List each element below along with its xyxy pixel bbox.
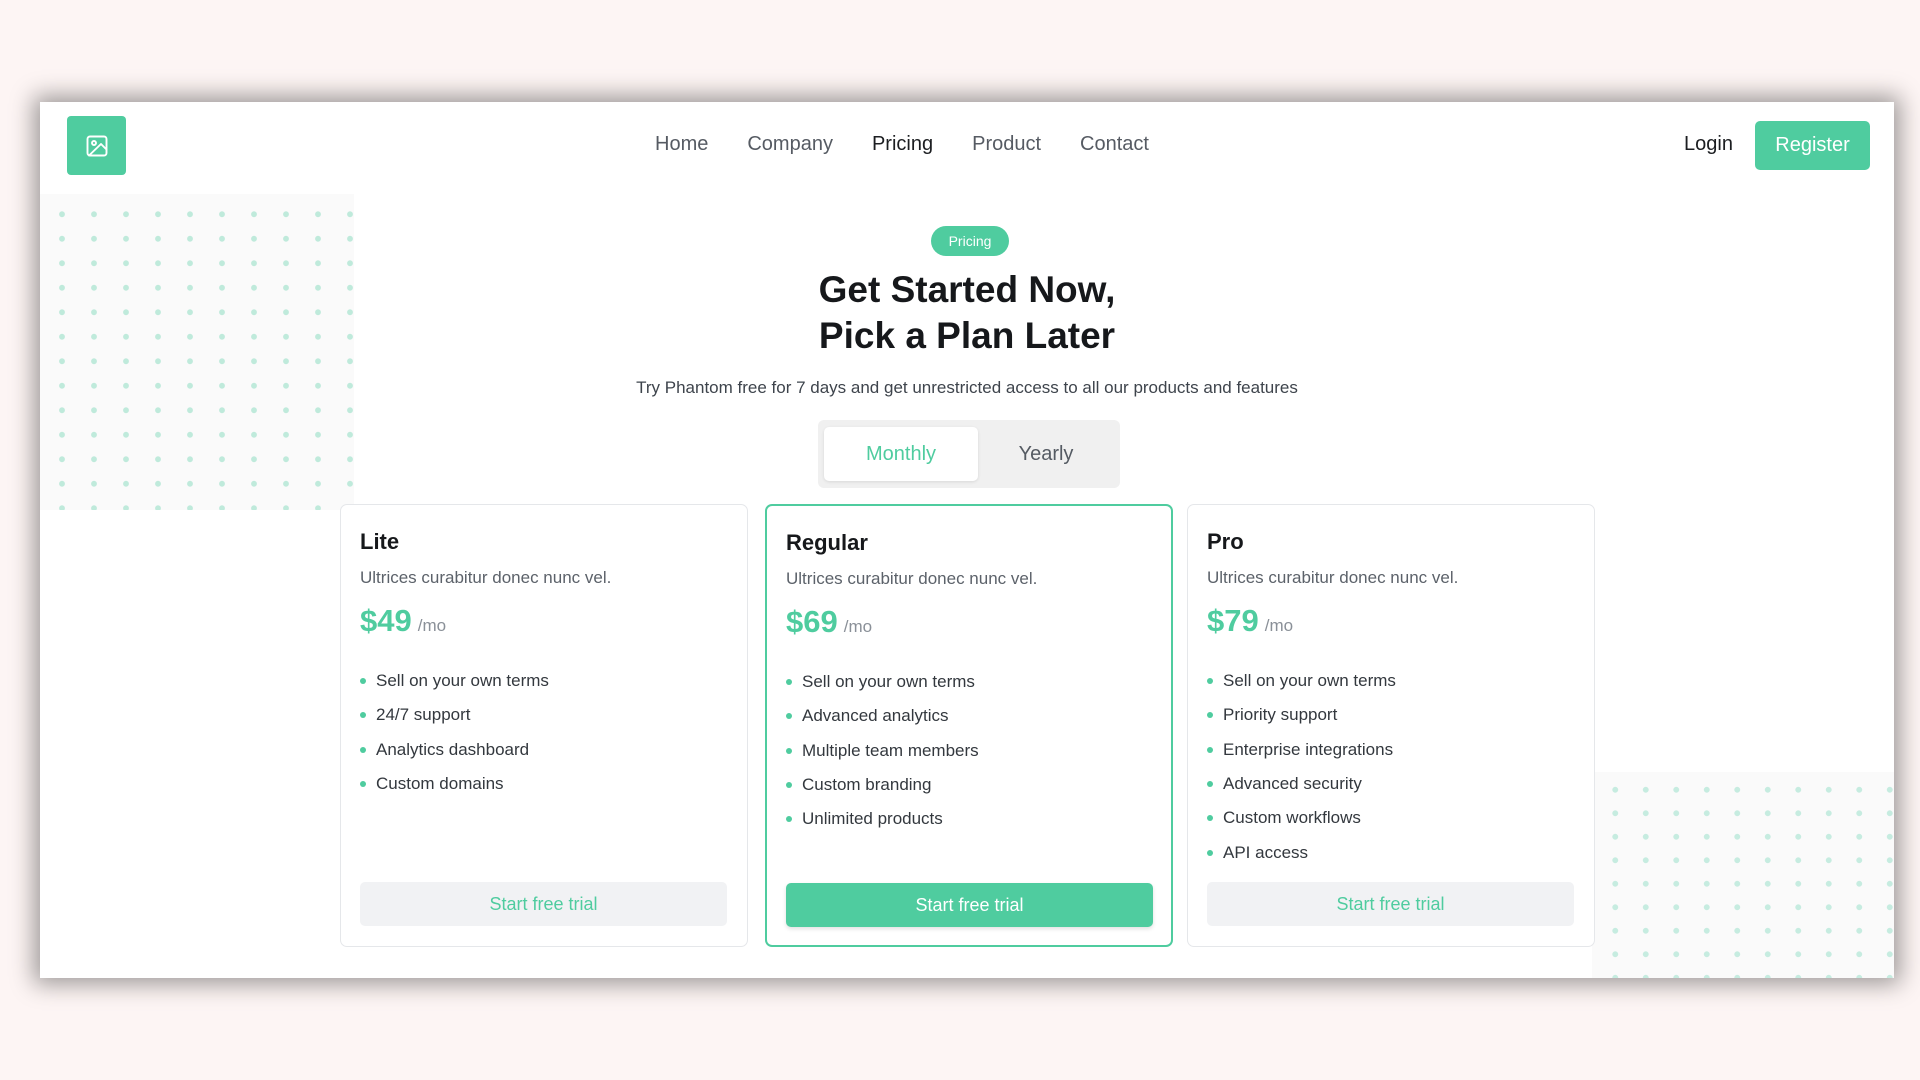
- nav-link-contact[interactable]: Contact: [1080, 132, 1149, 156]
- bullet-icon: [1207, 678, 1213, 685]
- feature-label: Custom domains: [376, 774, 504, 794]
- price-period: /mo: [1264, 616, 1294, 635]
- bullet-icon: [1207, 746, 1213, 753]
- nav-link-company[interactable]: Company: [747, 132, 833, 156]
- bullet-icon: [786, 679, 792, 686]
- register-button[interactable]: Register: [1755, 121, 1870, 170]
- price-amount: $79: [1207, 603, 1259, 638]
- feature-item: Sell on your own terms: [786, 665, 979, 699]
- feature-item: 24/7 support: [360, 698, 549, 732]
- bullet-icon: [786, 713, 792, 720]
- bullet-icon: [360, 712, 366, 719]
- price-period: /mo: [417, 616, 447, 635]
- feature-item: Advanced analytics: [786, 699, 979, 733]
- feature-label: Sell on your own terms: [376, 671, 549, 691]
- feature-item: Analytics dashboard: [360, 733, 549, 767]
- section-badge: Pricing: [931, 226, 1009, 256]
- feature-list: Sell on your own terms 24/7 support Anal…: [360, 664, 549, 801]
- start-trial-button[interactable]: Start free trial: [1207, 882, 1574, 926]
- start-trial-button[interactable]: Start free trial: [360, 882, 727, 926]
- plan-price: $69 /mo: [786, 604, 872, 640]
- feature-item: Advanced security: [1207, 767, 1396, 801]
- feature-label: Sell on your own terms: [802, 672, 975, 692]
- toggle-yearly[interactable]: Yearly: [978, 427, 1114, 481]
- site-header: Home Company Pricing Product Contact Log…: [40, 102, 1894, 190]
- title-line-2: Pick a Plan Later: [818, 315, 1116, 356]
- plan-card-lite: Lite Ultrices curabitur donec nunc vel. …: [340, 504, 748, 947]
- plan-name: Lite: [360, 529, 400, 554]
- bullet-icon: [1207, 712, 1213, 719]
- nav-link-product[interactable]: Product: [972, 132, 1041, 156]
- plan-card-pro: Pro Ultrices curabitur donec nunc vel. $…: [1187, 504, 1595, 947]
- feature-item: Sell on your own terms: [360, 664, 549, 698]
- bullet-icon: [1207, 781, 1213, 788]
- feature-label: Sell on your own terms: [1223, 671, 1396, 691]
- plan-description: Ultrices curabitur donec nunc vel.: [786, 569, 1038, 588]
- feature-item: Enterprise integrations: [1207, 733, 1396, 767]
- page-title: Get Started Now, Pick a Plan Later: [40, 267, 1894, 359]
- plan-price: $49 /mo: [360, 603, 446, 639]
- feature-list: Sell on your own terms Priority support …: [1207, 664, 1396, 870]
- page-subtitle: Try Phantom free for 7 days and get unre…: [636, 378, 1298, 397]
- feature-label: Priority support: [1223, 705, 1338, 725]
- feature-label: Advanced analytics: [802, 706, 949, 726]
- plan-name: Pro: [1207, 529, 1244, 554]
- bullet-icon: [1207, 849, 1213, 856]
- feature-item: Custom workflows: [1207, 801, 1396, 835]
- feature-list: Sell on your own terms Advanced analytic…: [786, 665, 979, 836]
- plan-name: Regular: [786, 530, 868, 555]
- feature-item: Sell on your own terms: [1207, 664, 1396, 698]
- price-amount: $49: [360, 603, 412, 638]
- feature-label: API access: [1223, 842, 1309, 862]
- logo[interactable]: [67, 116, 126, 175]
- main-nav: Home Company Pricing Product Contact: [655, 132, 1149, 156]
- feature-label: Unlimited products: [802, 809, 943, 829]
- bullet-icon: [360, 746, 366, 753]
- feature-label: Custom workflows: [1223, 808, 1361, 828]
- plan-description: Ultrices curabitur donec nunc vel.: [1207, 568, 1459, 587]
- feature-label: Enterprise integrations: [1223, 739, 1394, 759]
- dot-pattern-decoration: [1592, 772, 1894, 978]
- plan-price: $79 /mo: [1207, 603, 1293, 639]
- browser-window: Home Company Pricing Product Contact Log…: [40, 102, 1894, 978]
- feature-item: Multiple team members: [786, 734, 979, 768]
- bullet-icon: [360, 781, 366, 788]
- feature-label: Advanced security: [1223, 774, 1362, 794]
- bullet-icon: [1207, 815, 1213, 822]
- bullet-icon: [360, 678, 366, 685]
- feature-item: Custom domains: [360, 767, 549, 801]
- feature-item: API access: [1207, 835, 1396, 869]
- feature-label: Custom branding: [802, 775, 932, 795]
- bullet-icon: [786, 747, 792, 754]
- plan-card-regular: Regular Ultrices curabitur donec nunc ve…: [765, 504, 1173, 947]
- billing-toggle: Monthly Yearly: [818, 420, 1120, 488]
- feature-item: Unlimited products: [786, 802, 979, 836]
- feature-item: Priority support: [1207, 698, 1396, 732]
- login-link[interactable]: Login: [1684, 132, 1733, 156]
- nav-link-home[interactable]: Home: [655, 132, 708, 156]
- price-period: /mo: [843, 617, 873, 636]
- title-line-1: Get Started Now,: [818, 269, 1116, 310]
- feature-label: 24/7 support: [376, 705, 471, 725]
- plan-description: Ultrices curabitur donec nunc vel.: [360, 568, 612, 587]
- price-amount: $69: [786, 604, 838, 639]
- toggle-monthly[interactable]: Monthly: [824, 427, 978, 481]
- bullet-icon: [786, 782, 792, 789]
- feature-item: Custom branding: [786, 768, 979, 802]
- bullet-icon: [786, 816, 792, 823]
- feature-label: Multiple team members: [802, 740, 979, 760]
- image-icon: [86, 135, 107, 156]
- nav-link-pricing[interactable]: Pricing: [872, 132, 933, 156]
- feature-label: Analytics dashboard: [376, 739, 530, 759]
- start-trial-button[interactable]: Start free trial: [786, 883, 1153, 927]
